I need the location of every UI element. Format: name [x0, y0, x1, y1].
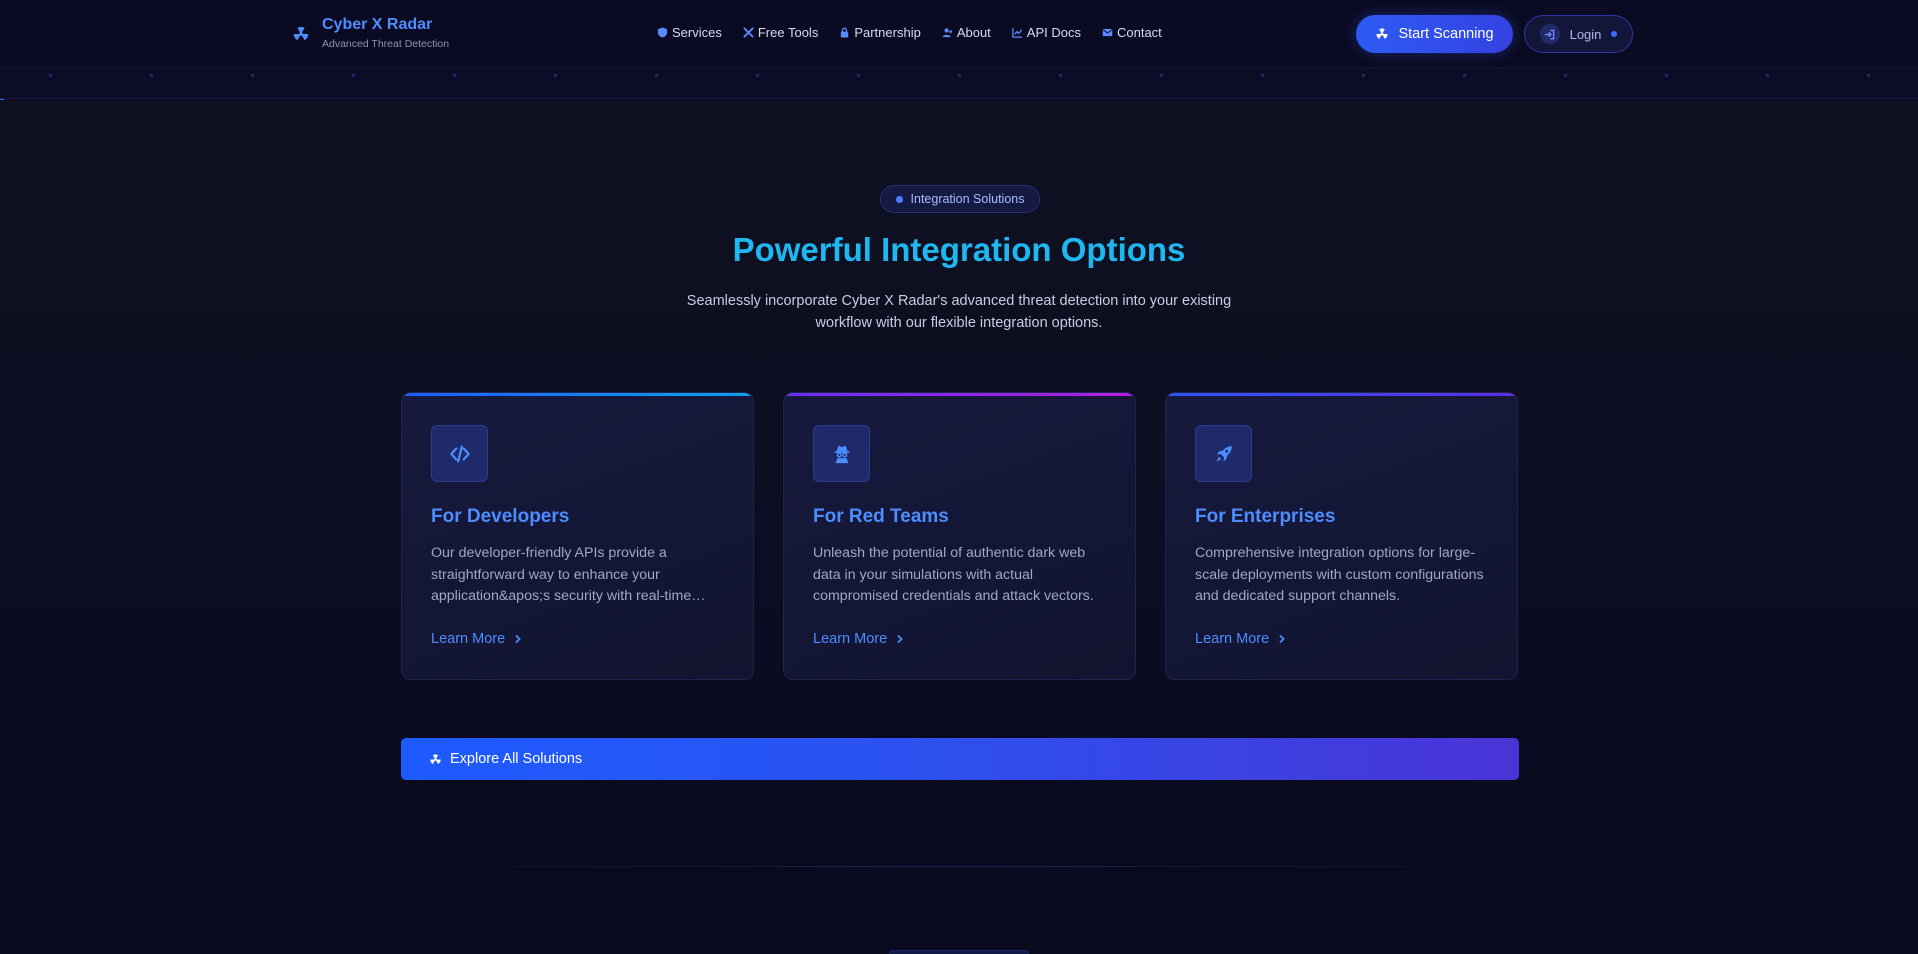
nav-item-partnership[interactable]: Partnership: [839, 25, 921, 40]
nav-label: Free Tools: [757, 25, 819, 40]
card-title: For Enterprises: [1195, 506, 1336, 527]
integration-section: Integration Solutions Powerful Integrati…: [0, 100, 1918, 867]
chevron-right-icon: [1279, 634, 1285, 644]
card-icon-box: [813, 425, 870, 482]
card-enterprises: For Enterprises Comprehensive integratio…: [1165, 392, 1518, 680]
explore-all-solutions-label: Explore All Solutions: [450, 751, 583, 767]
card-accent-bar: [784, 393, 1135, 396]
card-accent-bar: [1166, 393, 1517, 396]
explore-all-solutions-button[interactable]: Explore All Solutions: [401, 738, 1519, 780]
learn-more-label: Learn More: [431, 631, 506, 647]
shield-icon: [657, 27, 668, 38]
radiation-icon: [1376, 28, 1389, 39]
decorative-dot-strip: [0, 68, 1918, 102]
start-scanning-button[interactable]: Start Scanning: [1356, 15, 1513, 53]
tools-icon: [743, 27, 754, 38]
card-icon-box: [1195, 425, 1252, 482]
nav-item-about[interactable]: About: [942, 25, 991, 40]
badge-dot: [895, 195, 903, 203]
nav-label: Services: [672, 25, 722, 40]
nav-item-api-docs[interactable]: API Docs: [1012, 25, 1081, 40]
card-icon-box: [431, 425, 488, 482]
nav-item-contact[interactable]: Contact: [1102, 25, 1162, 40]
chevron-right-icon: [897, 634, 903, 644]
radiation-icon: [430, 753, 441, 764]
nav-label: Contact: [1116, 25, 1162, 40]
login-label: Login: [1569, 26, 1602, 42]
section-title: Powerful Integration Options: [732, 231, 1186, 268]
nav-item-services[interactable]: Services: [657, 25, 722, 40]
brand-name: Cyber X Radar: [322, 16, 433, 33]
lock-icon: [841, 27, 849, 38]
site-header: Cyber X Radar Advanced Threat Detection …: [0, 0, 1918, 68]
nav-label: Partnership: [854, 25, 921, 40]
chevron-right-icon: [515, 634, 521, 644]
next-section-badge: [889, 950, 1029, 954]
learn-more-link[interactable]: Learn More: [1195, 631, 1287, 647]
nav-label: About: [956, 25, 991, 40]
learn-more-label: Learn More: [1195, 631, 1270, 647]
section-divider: [330, 866, 1590, 867]
radiation-icon: [293, 26, 309, 41]
card-developers: For Developers Our developer-friendly AP…: [401, 392, 754, 680]
learn-more-label: Learn More: [813, 631, 888, 647]
card-title: For Developers: [431, 506, 570, 527]
section-badge: Integration Solutions: [880, 185, 1040, 213]
card-description: Comprehensive integration options for la…: [1195, 545, 1484, 604]
status-dot: [1611, 31, 1618, 37]
card-accent-bar: [402, 393, 753, 396]
chart-icon: [1012, 27, 1022, 38]
brand-tagline: Advanced Threat Detection: [322, 38, 450, 50]
section-badge-label: Integration Solutions: [910, 192, 1025, 206]
card-description: Our developer-friendly APIs provide a st…: [431, 545, 692, 604]
card-description: Unleash the potential of authentic dark …: [813, 545, 1094, 604]
card-title: For Red Teams: [813, 506, 949, 527]
code-icon: [449, 445, 470, 462]
learn-more-link[interactable]: Learn More: [431, 631, 523, 647]
login-button[interactable]: Login: [1524, 15, 1633, 53]
sign-in-icon: [1539, 24, 1560, 44]
nav-item-free-tools[interactable]: Free Tools: [743, 25, 818, 40]
users-icon: [942, 28, 952, 38]
section-subtitle: Seamlessly incorporate Cyber X Radar's a…: [686, 293, 1232, 331]
spy-icon: [834, 445, 849, 463]
rocket-icon: [1215, 445, 1232, 462]
main-nav: Services Free Tools Partnership About AP…: [657, 25, 1162, 40]
card-red-teams: For Red Teams Unleash the potential of a…: [783, 392, 1136, 680]
start-scanning-label: Start Scanning: [1398, 26, 1494, 42]
nav-label: API Docs: [1026, 25, 1081, 40]
envelope-icon: [1102, 29, 1113, 37]
brand[interactable]: Cyber X Radar Advanced Threat Detection: [292, 16, 449, 50]
learn-more-link[interactable]: Learn More: [813, 631, 905, 647]
